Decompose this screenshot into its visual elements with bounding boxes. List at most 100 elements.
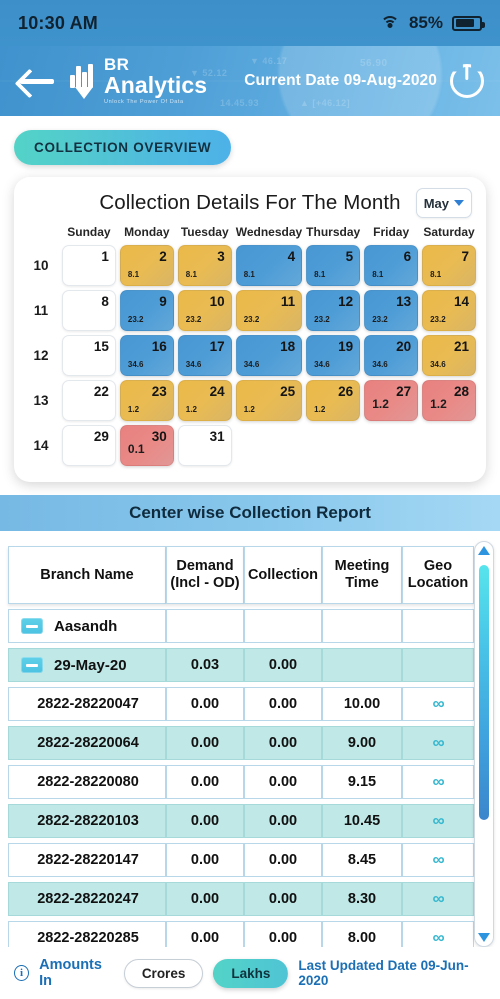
bg-deco-text-1: ▼ 46.17 bbox=[250, 56, 288, 66]
calendar-day-cell[interactable]: 9 23.2 bbox=[119, 290, 174, 331]
cell-collection: 0.00 bbox=[244, 765, 322, 799]
table-row[interactable]: 2822-28220147 0.00 0.00 8.45 ∞ bbox=[8, 843, 474, 877]
calendar-day-cell[interactable]: 13 23.2 bbox=[364, 290, 419, 331]
col-meeting-line1: Meeting bbox=[334, 558, 390, 575]
calendar-day-cell[interactable]: 14 23.2 bbox=[422, 290, 476, 331]
calendar-day-number: 15 bbox=[93, 339, 109, 354]
link-icon[interactable]: ∞ bbox=[432, 889, 444, 909]
info-icon[interactable]: i bbox=[14, 965, 30, 981]
calendar-day-value: 34.6 bbox=[314, 360, 330, 369]
scroll-up-arrow-icon[interactable] bbox=[478, 546, 490, 555]
table-row[interactable]: 2822-28220247 0.00 0.00 8.30 ∞ bbox=[8, 882, 474, 916]
table-row[interactable]: 2822-28220080 0.00 0.00 9.15 ∞ bbox=[8, 765, 474, 799]
table-group-row[interactable]: Aasandh bbox=[8, 609, 474, 643]
calendar-day-cell[interactable]: 28 1.2 bbox=[422, 380, 476, 421]
calendar-day-cell[interactable]: 26 1.2 bbox=[306, 380, 361, 421]
calendar-day-cell[interactable]: 20 34.6 bbox=[364, 335, 419, 376]
week-number: 12 bbox=[33, 348, 49, 363]
cell-branch-name: 2822-28220047 bbox=[8, 687, 166, 721]
calendar-day-value: 1.2 bbox=[127, 405, 140, 414]
calendar-day-cell[interactable]: 16 34.6 bbox=[119, 335, 174, 376]
calendar-day-cell[interactable]: 29 bbox=[62, 425, 116, 466]
calendar-day-cell[interactable]: 10 23.2 bbox=[177, 290, 232, 331]
scroll-down-arrow-icon[interactable] bbox=[478, 933, 490, 942]
calendar-day-cell[interactable]: 21 34.6 bbox=[422, 335, 476, 376]
link-icon[interactable]: ∞ bbox=[432, 733, 444, 753]
calendar-day-number: 18 bbox=[280, 339, 296, 354]
calendar-day-value: 23.2 bbox=[372, 315, 388, 324]
group-label: Aasandh bbox=[11, 618, 165, 635]
calendar-day-cell[interactable]: 15 bbox=[62, 335, 116, 376]
calendar-day-cell[interactable]: 7 8.1 bbox=[422, 245, 476, 286]
calendar-day-number: 22 bbox=[93, 384, 109, 399]
calendar-day-cell[interactable]: 2 8.1 bbox=[119, 245, 174, 286]
table-group-row[interactable]: 29-May-20 0.03 0.00 bbox=[8, 648, 474, 682]
calendar-day-cell[interactable]: 8 bbox=[62, 290, 116, 331]
cell-geo-location: ∞ bbox=[402, 726, 474, 760]
calendar-day-value: 23.2 bbox=[243, 315, 260, 324]
table-row[interactable]: 2822-28220103 0.00 0.00 10.45 ∞ bbox=[8, 804, 474, 838]
cell-demand bbox=[166, 609, 244, 643]
calendar-day-cell[interactable]: 22 bbox=[62, 380, 116, 421]
calendar-day-cell[interactable]: 31 bbox=[177, 425, 232, 466]
cell-demand: 0.00 bbox=[166, 882, 244, 916]
link-icon[interactable]: ∞ bbox=[432, 694, 444, 714]
calendar-day-cell[interactable]: 24 1.2 bbox=[177, 380, 232, 421]
day-header-friday: Friday bbox=[373, 225, 410, 239]
collapse-minus-icon[interactable] bbox=[21, 657, 43, 673]
cell-branch-name: 2822-28220147 bbox=[8, 843, 166, 877]
link-icon[interactable]: ∞ bbox=[432, 850, 444, 870]
calendar-day-number: 9 bbox=[159, 294, 167, 309]
calendar-day-number: 13 bbox=[396, 294, 412, 309]
calendar-day-value: 8.1 bbox=[314, 270, 326, 279]
cell-geo-location: ∞ bbox=[402, 882, 474, 916]
link-icon[interactable]: ∞ bbox=[432, 811, 444, 831]
calendar-day-value: 8.1 bbox=[372, 270, 384, 279]
link-icon[interactable]: ∞ bbox=[432, 928, 444, 948]
day-header-wednesday: Wednesday bbox=[235, 225, 303, 239]
calendar-day-cell[interactable]: 30 0.1 bbox=[119, 425, 174, 466]
scrollbar-track[interactable] bbox=[479, 559, 489, 929]
calendar-day-cell[interactable]: 27 1.2 bbox=[364, 380, 419, 421]
group-name: 29-May-20 bbox=[54, 656, 127, 674]
link-icon[interactable]: ∞ bbox=[432, 772, 444, 792]
calendar-day-cell[interactable]: 19 34.6 bbox=[306, 335, 361, 376]
scrollbar-thumb[interactable] bbox=[479, 565, 489, 820]
collapse-minus-icon[interactable] bbox=[21, 618, 43, 634]
month-select[interactable]: May bbox=[415, 188, 472, 218]
unit-lakhs-button[interactable]: Lakhs bbox=[213, 958, 289, 988]
col-meeting-line2: Time bbox=[345, 575, 379, 591]
calendar-day-cell[interactable]: 1 bbox=[62, 245, 116, 286]
calendar-day-cell[interactable]: 5 8.1 bbox=[306, 245, 361, 286]
calendar-day-cell[interactable]: 3 8.1 bbox=[177, 245, 232, 286]
brand-text: BR Analytics Unlock The Power Of Data bbox=[104, 56, 207, 106]
table-scrollbar[interactable] bbox=[474, 541, 494, 947]
calendar-day-cell[interactable]: 6 8.1 bbox=[364, 245, 419, 286]
table-row[interactable]: 2822-28220047 0.00 0.00 10.00 ∞ bbox=[8, 687, 474, 721]
col-demand-line1: Demand bbox=[176, 558, 234, 575]
calendar-day-cell[interactable]: 25 1.2 bbox=[235, 380, 303, 421]
cell-demand: 0.00 bbox=[166, 843, 244, 877]
current-date-label: Current Date 09-Aug-2020 bbox=[244, 72, 437, 89]
calendar-day-cell[interactable]: 12 23.2 bbox=[306, 290, 361, 331]
table-row[interactable]: 2822-28220064 0.00 0.00 9.00 ∞ bbox=[8, 726, 474, 760]
day-header-saturday: Saturday bbox=[423, 225, 475, 239]
cell-collection: 0.00 bbox=[244, 843, 322, 877]
tab-collection-overview[interactable]: COLLECTION OVERVIEW bbox=[14, 130, 232, 165]
unit-crores-button[interactable]: Crores bbox=[123, 958, 204, 988]
back-arrow-icon[interactable] bbox=[16, 66, 56, 96]
cell-meeting-time: 8.30 bbox=[322, 882, 402, 916]
cell-meeting-time: 9.15 bbox=[322, 765, 402, 799]
calendar-day-cell[interactable]: 17 34.6 bbox=[177, 335, 232, 376]
calendar-day-cell[interactable]: 23 1.2 bbox=[119, 380, 174, 421]
calendar-corner bbox=[24, 225, 58, 241]
tab-bar: COLLECTION OVERVIEW bbox=[0, 116, 500, 165]
calendar-cell-empty bbox=[364, 425, 418, 466]
calendar-day-cell[interactable]: 4 8.1 bbox=[235, 245, 303, 286]
calendar-day-cell[interactable]: 11 23.2 bbox=[235, 290, 303, 331]
cell-collection: 0.00 bbox=[244, 726, 322, 760]
cell-geo-location: ∞ bbox=[402, 804, 474, 838]
calendar-day-cell[interactable]: 18 34.6 bbox=[235, 335, 303, 376]
calendar-header: Collection Details For The Month May bbox=[24, 188, 476, 218]
power-icon[interactable] bbox=[450, 64, 484, 98]
